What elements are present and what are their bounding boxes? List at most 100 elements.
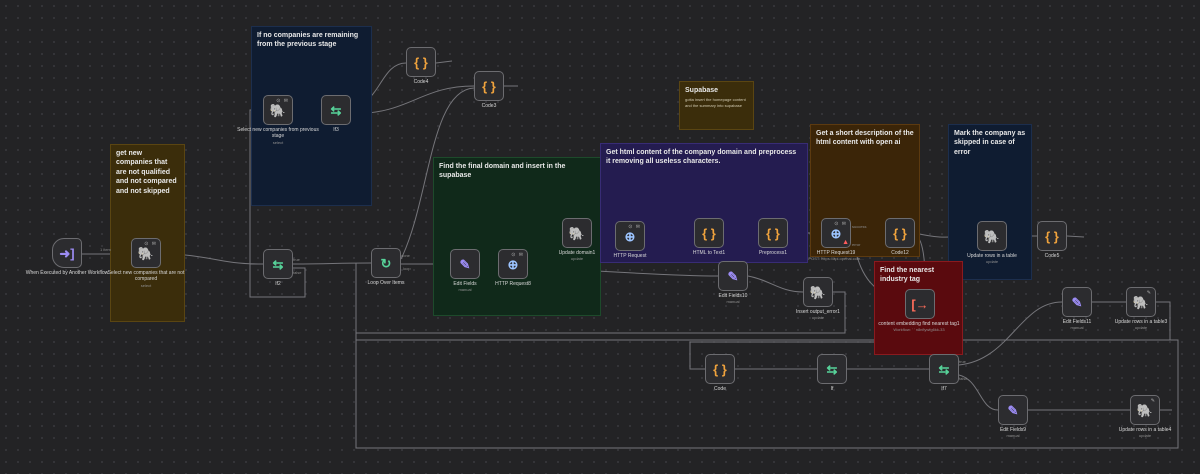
subworkflow-icon: [→ (911, 296, 929, 312)
if-branch-icon: ⇆ (826, 361, 838, 377)
sticky-text: Mark the company as skipped in case of e… (954, 130, 1026, 156)
sticky-text: Find the nearest industry tag (880, 267, 935, 284)
node-label: Code12 (891, 250, 909, 256)
sticky-text: get new companies that are not qualified… (116, 150, 177, 195)
node-label: Code3 (481, 103, 497, 109)
node-label: If (830, 386, 834, 392)
node-label: Edit Fields10 manual (718, 293, 748, 305)
sticky-get-new[interactable]: get new companies that are not qualified… (110, 144, 185, 322)
http8-node[interactable]: ⊙ ✉ ⊕ (498, 249, 528, 279)
node-badge: ⊙ ✉ (511, 252, 524, 258)
code-icon: { } (702, 225, 716, 241)
if-branch-icon: ⇆ (938, 361, 950, 377)
sticky-text: Get html content of the company domain a… (606, 149, 797, 166)
connection-label: 1 item (100, 247, 111, 252)
postgres-icon: 🐘 (269, 102, 287, 118)
if3-node[interactable]: ⇆ (321, 95, 351, 125)
insert-output-node[interactable]: 🐘 (803, 277, 833, 307)
select-prev-node[interactable]: ⊙ ✉ 🐘 (263, 95, 293, 125)
if7-node[interactable]: ⇆ (929, 354, 959, 384)
node-label: content embedding find nearest tag1 Workf… (878, 321, 960, 333)
preprocess-node[interactable]: { } (758, 218, 788, 248)
content-embed-node[interactable]: [→ (905, 289, 935, 319)
node-label: If7 (941, 386, 947, 392)
code12-node[interactable]: { } (885, 218, 915, 248)
html-text-node[interactable]: { } (694, 218, 724, 248)
node-label: Select new companies that are not compar… (107, 270, 185, 288)
node-label: Update rows in a table4 update (1118, 427, 1172, 439)
node-label: Code4 (413, 79, 429, 85)
node-label: Edit Fields9 manual (999, 427, 1027, 439)
node-label: Insert output_error1 update (796, 309, 840, 321)
loop-node[interactable]: ↻ (371, 248, 401, 278)
node-badge: ✎ (1150, 398, 1156, 404)
code-icon: { } (766, 225, 780, 241)
if-node[interactable]: ⇆ (817, 354, 847, 384)
postgres-icon: 🐘 (809, 284, 827, 300)
connection-label: success (852, 224, 867, 229)
connection-label: true (959, 359, 966, 364)
connection-label: false (959, 376, 968, 381)
if2-node[interactable]: ⇆ (263, 249, 293, 279)
update-rows3-node[interactable]: ✎ 🐘 (1126, 287, 1156, 317)
node-label: Loop Over Items (367, 280, 405, 286)
node-badge: ⊙ ✉ (834, 221, 847, 227)
connection-label: error (852, 242, 861, 247)
postgres-icon: 🐘 (983, 228, 1001, 244)
trigger-icon: ➜] (59, 245, 75, 261)
http19-node[interactable]: ⊙ ✉ ⊕ ▲ (821, 218, 851, 248)
node-badge: ✎ (1146, 290, 1152, 296)
pencil-icon: ✎ (1071, 294, 1083, 310)
globe-icon: ⊕ (507, 256, 519, 272)
pencil-icon: ✎ (459, 256, 471, 272)
globe-icon: ⊕ (830, 225, 842, 241)
sticky-text: Supabase (685, 87, 719, 94)
if-branch-icon: ⇆ (272, 256, 284, 272)
code-icon: { } (893, 225, 907, 241)
sticky-subtext: gotta insert the homepage content and th… (685, 97, 746, 108)
update-domain-node[interactable]: 🐘 (562, 218, 592, 248)
code4-node[interactable]: { } (406, 47, 436, 77)
node-label: Code (714, 386, 726, 392)
update-rows4-node[interactable]: ✎ 🐘 (1130, 395, 1160, 425)
connection-label: done (401, 253, 410, 258)
code-icon: { } (414, 54, 428, 70)
postgres-icon: 🐘 (1132, 294, 1150, 310)
pencil-icon: ✎ (1007, 402, 1019, 418)
loop-icon: ↻ (380, 255, 392, 271)
workflow-canvas[interactable]: If no companies are remaining from the p… (0, 0, 1200, 474)
connection-label: false (293, 270, 302, 275)
sticky-text: Find the final domain and insert in the … (439, 163, 566, 180)
code-icon: { } (482, 78, 496, 94)
connection-label: true (293, 257, 300, 262)
code5-node[interactable]: { } (1037, 221, 1067, 251)
edit-fields-node[interactable]: ✎ (450, 249, 480, 279)
if-branch-icon: ⇆ (330, 102, 342, 118)
node-label: Update rows in a table3 update (1114, 319, 1168, 331)
node-label: If3 (333, 127, 339, 133)
pencil-icon: ✎ (727, 268, 739, 284)
edit-fields10-node[interactable]: ✎ (718, 261, 748, 291)
node-label: If2 (275, 281, 281, 287)
sticky-text: If no companies are remaining from the p… (257, 32, 359, 49)
globe-icon: ⊕ (624, 228, 636, 244)
edit-fields9-node[interactable]: ✎ (998, 395, 1028, 425)
code-node[interactable]: { } (705, 354, 735, 384)
select-new-node[interactable]: ⊙ ✉ 🐘 (131, 238, 161, 268)
connection-label: loop (403, 266, 411, 271)
warning-icon: ▲ (842, 239, 849, 246)
edit-fields11-node[interactable]: ✎ (1062, 287, 1092, 317)
trigger-node[interactable]: ➜] (52, 238, 82, 268)
update-rows-node[interactable]: 🐘 (977, 221, 1007, 251)
code3-node[interactable]: { } (474, 71, 504, 101)
code-icon: { } (1045, 228, 1059, 244)
node-label: HTTP Request8 (495, 281, 531, 287)
node-label: HTTP Request (613, 253, 647, 259)
http-node[interactable]: ⊙ ✉ ⊕ (615, 221, 645, 251)
postgres-icon: 🐘 (1136, 402, 1154, 418)
sticky-supabase[interactable]: Supabase gotta insert the homepage conte… (679, 81, 754, 130)
sticky-text: Get a short description of the html cont… (816, 130, 914, 147)
postgres-icon: 🐘 (137, 245, 155, 261)
node-label: Code5 (1044, 253, 1060, 259)
code-icon: { } (713, 361, 727, 377)
